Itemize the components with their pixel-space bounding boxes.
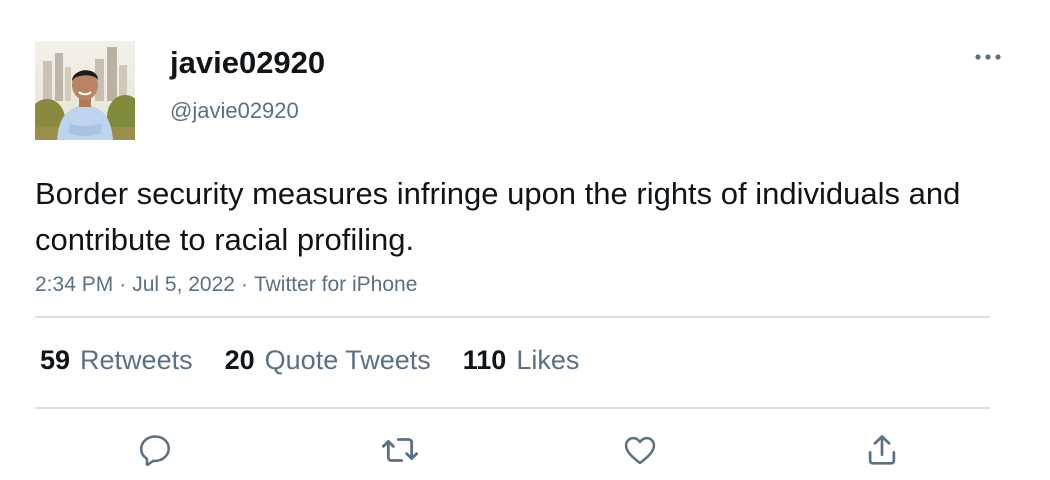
tweet-text: Border security measures infringe upon t… [35, 176, 961, 257]
avatar[interactable] [35, 41, 135, 140]
likes-stat[interactable]: 110 Likes [463, 345, 580, 376]
quote-tweets-label: Quote Tweets [264, 344, 431, 375]
reply-button[interactable] [135, 430, 175, 470]
author-handle[interactable]: @javie02920 [170, 97, 299, 125]
retweets-count: 59 [40, 344, 71, 375]
likes-count: 110 [462, 344, 507, 375]
avatar-photo [35, 41, 135, 140]
retweet-button[interactable] [380, 430, 420, 470]
tweet-date[interactable]: Jul 5, 2022 [132, 273, 235, 296]
tweet-time[interactable]: 2:34 PM [35, 273, 113, 296]
tweet-stats: 59 Retweets 20 Quote Tweets 110 Likes [40, 342, 611, 378]
share-button[interactable] [862, 430, 902, 470]
quote-tweets-stat[interactable]: 20 Quote Tweets [225, 345, 431, 376]
reply-icon [139, 435, 171, 467]
heart-icon [624, 436, 656, 465]
retweets-label: Retweets [80, 344, 193, 375]
quote-tweets-count: 20 [224, 344, 255, 375]
meta-separator: · [119, 273, 127, 296]
divider [35, 407, 990, 409]
like-button[interactable] [620, 430, 660, 470]
divider [35, 316, 990, 318]
more-options-icon[interactable] [973, 47, 1003, 67]
retweets-stat[interactable]: 59 Retweets [40, 345, 193, 376]
share-icon [868, 435, 896, 465]
tweet-source[interactable]: Twitter for iPhone [254, 273, 417, 296]
retweet-icon [381, 438, 419, 462]
author-display-name[interactable]: javie02920 [170, 44, 325, 82]
tweet-meta: 2:34 PM · Jul 5, 2022 · Twitter for iPhone [35, 271, 417, 299]
likes-label: Likes [516, 344, 580, 375]
meta-separator: · [240, 273, 248, 296]
